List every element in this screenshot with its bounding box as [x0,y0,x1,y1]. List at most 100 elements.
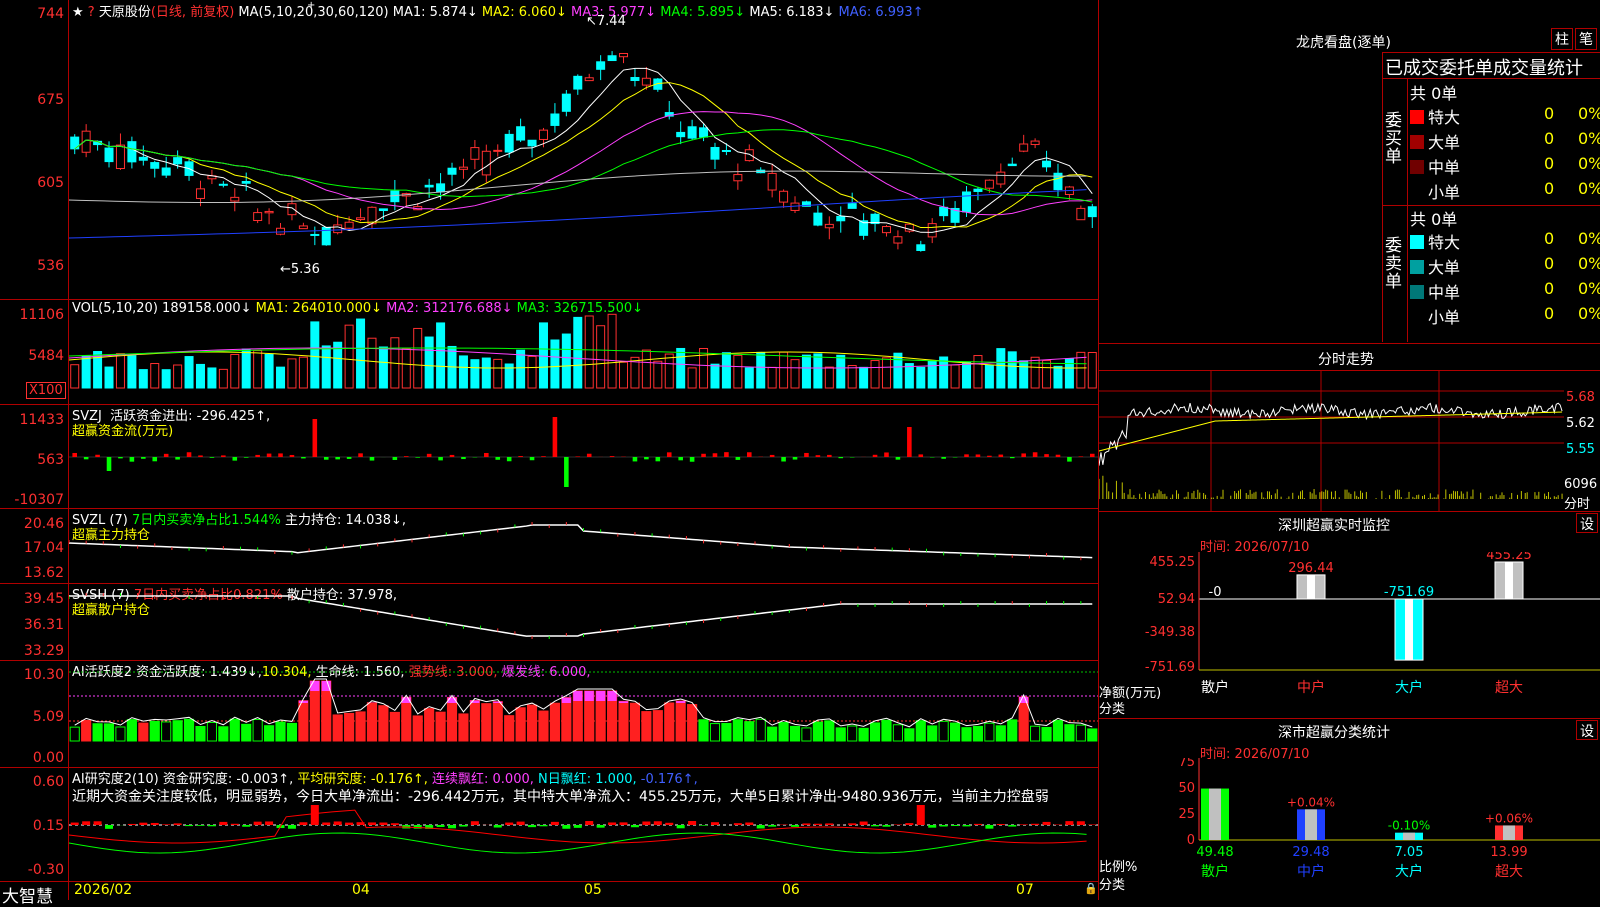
candle-body [311,234,319,235]
candle-body [574,76,582,89]
activity-bar [802,728,811,741]
research-bar [574,825,582,828]
sell-percent: 0% [1578,279,1600,298]
candlestick-chart[interactable]: + [69,0,1098,300]
activity-bar [562,698,571,741]
y-tick: 11433 [0,412,64,428]
legend-swatch [1410,135,1424,149]
research-bar [551,822,559,825]
flow-bar [678,457,683,460]
y-tick: 25 [1178,807,1195,822]
research-bar [208,825,216,826]
svzj-chart[interactable] [69,405,1098,508]
activity-bar [367,703,376,741]
brand-logo[interactable]: 大智慧 [2,882,53,907]
candle-body [219,184,227,185]
activity-bar [299,701,308,741]
flow-bar [438,457,443,460]
flow-bar [415,457,420,458]
category-label: 大户 [1395,863,1423,880]
volume-bar [1043,361,1051,388]
sell-percent: 0% [1578,229,1600,248]
research-bar [905,823,913,825]
candle-body [631,78,639,81]
volume-bar [299,357,307,388]
activity-bar [630,703,639,741]
svzl-chart[interactable] [69,509,1098,583]
candle-body [151,163,159,169]
tick-mode-button[interactable]: 笔 [1575,28,1597,50]
flow-bar [610,456,615,457]
volume-bar [219,369,227,388]
stat-settings-button[interactable]: 设 [1576,720,1598,740]
y-tick: 10.30 [0,667,64,683]
table-header: 已成交委托单成交量统计 [1385,54,1583,80]
research-bar [711,822,719,825]
burst-cap [299,701,308,703]
holding-line [69,525,1092,558]
vol-unit-button[interactable]: X100 [26,382,66,399]
research-bar [597,825,605,828]
flow-bar [244,457,249,458]
research-bar [745,823,753,825]
candle-body [357,218,365,220]
candle-body [391,191,399,202]
legend-swatch [1410,110,1424,124]
divider [1407,78,1408,342]
ai-research-chart[interactable] [69,805,1098,881]
flow-bar [690,457,695,462]
flow-bar [507,457,512,461]
volume-bar [585,316,593,388]
research-bar [631,825,639,827]
flow-bar [118,457,123,458]
y-tick: 17.04 [0,540,64,556]
buy-type: 大单 [1428,133,1460,152]
activity-bar [951,723,960,741]
flow-bar [518,456,523,457]
lock-icon[interactable]: 🔒 [1084,882,1098,895]
volume-chart[interactable] [69,300,1098,404]
flow-bar [1044,454,1049,457]
research-bar [1008,825,1016,827]
activity-bar [905,729,914,741]
activity-bar [859,728,868,741]
svsh-chart[interactable] [69,584,1098,660]
intraday-title: 分时走势 [1318,349,1374,369]
research-bar [517,822,525,825]
activity-bar [756,719,765,741]
candle-body [425,185,433,187]
y-tick: 20.46 [0,516,64,532]
volume-bar [963,362,971,388]
activity-bar [230,719,239,741]
volume-bar [208,368,216,388]
research-bar [757,825,765,828]
stat-bar-chart[interactable]: 755025049.48散户+0.04%29.48中户-0.10%7.05大户+… [1099,758,1600,900]
activity-bar [688,705,697,741]
research-bar [688,821,696,825]
activity-bar [150,721,159,741]
monitor-settings-button[interactable]: 设 [1576,513,1598,533]
ma-line [75,130,1093,202]
bar-mode-button[interactable]: 柱 [1551,28,1573,50]
volume-bar [185,357,193,388]
volume-bar [814,354,822,388]
research-bar [940,825,948,826]
candle-body [128,142,136,162]
flow-bar [267,454,272,457]
buy-percent: 0% [1578,129,1600,148]
y-tick: -10307 [0,492,64,508]
volume-bar [437,323,445,388]
y-tick: 5.68 [1566,390,1595,405]
sell-row: 中单00% [1410,279,1600,303]
candle-body [837,216,845,220]
research-bar [585,821,593,825]
candle-body [437,184,445,192]
research-bar [505,823,513,825]
y-tick: 744 [0,6,64,22]
activity-bar [962,728,971,741]
activity-bar [539,711,548,741]
volume-bar [1088,352,1096,388]
monitor-bar-chart[interactable]: 455.2552.94-349.38-751.69-0散户296.44中户-75… [1099,552,1600,720]
intraday-chart[interactable] [1099,371,1564,511]
ai-activity-chart[interactable] [69,661,1098,767]
